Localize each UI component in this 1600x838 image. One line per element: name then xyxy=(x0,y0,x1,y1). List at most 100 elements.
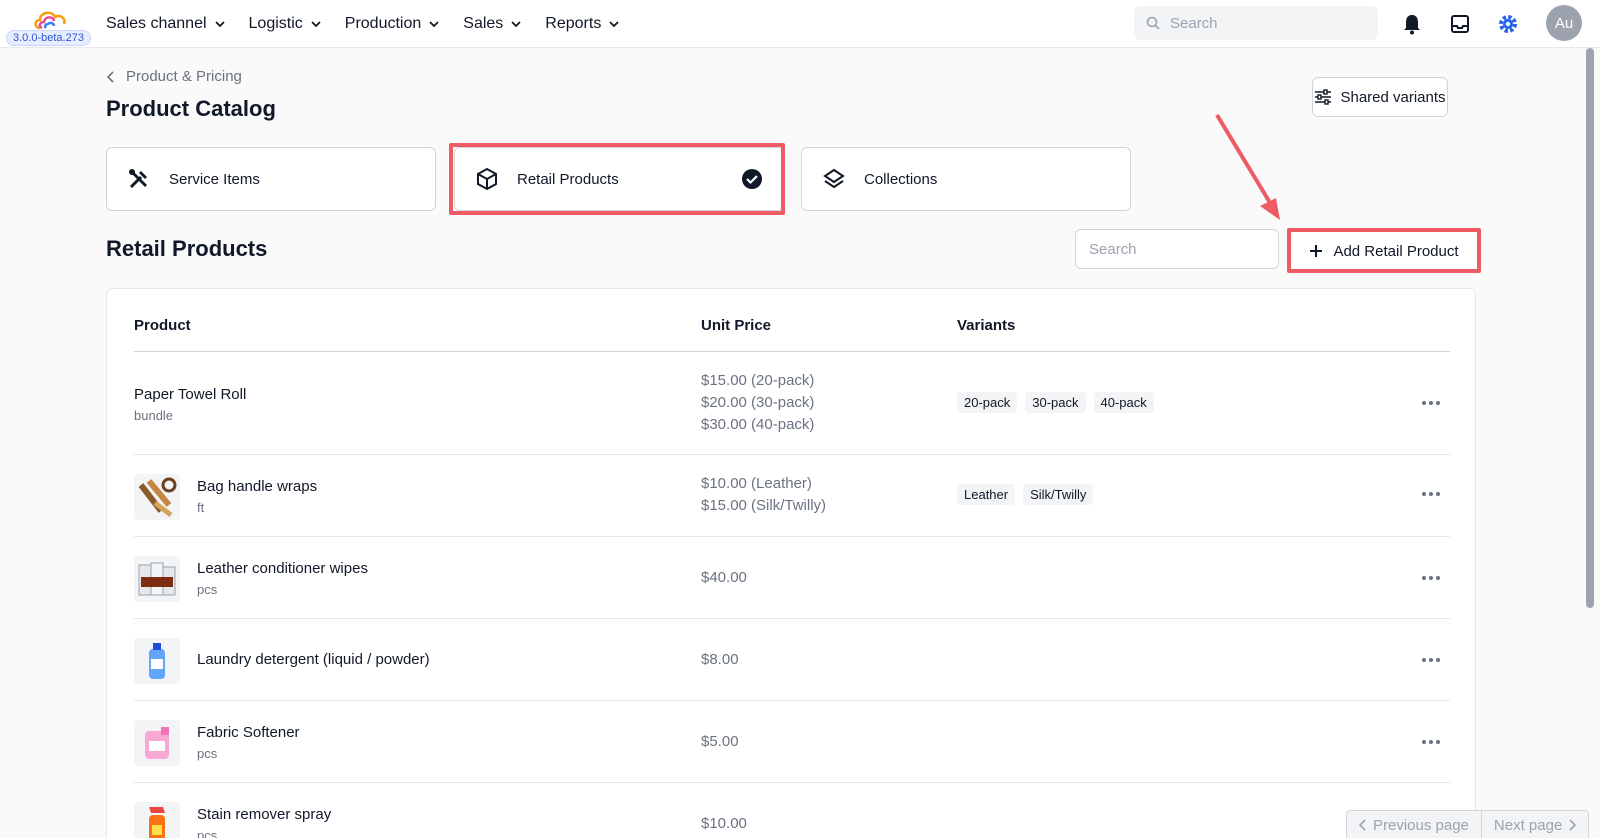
table-row[interactable]: Stain remover spray pcs $10.00 xyxy=(134,784,1450,838)
table-row[interactable]: Leather conditioner wipes pcs $40.00 xyxy=(134,538,1450,619)
previous-page-label: Previous page xyxy=(1373,816,1469,834)
column-header-product: Product xyxy=(134,317,191,334)
page-title: Product Catalog xyxy=(106,96,276,121)
nav-sales-channel[interactable]: Sales channel xyxy=(106,15,227,33)
row-menu-icon[interactable] xyxy=(1419,732,1443,752)
price-line: $15.00 (20-pack) xyxy=(701,372,815,389)
product-image xyxy=(134,638,180,684)
row-menu-icon[interactable] xyxy=(1419,568,1443,588)
breadcrumb[interactable]: Product & Pricing xyxy=(106,68,242,85)
column-header-variants: Variants xyxy=(957,317,1016,334)
product-name: Stain remover spray xyxy=(197,806,332,823)
bell-icon[interactable] xyxy=(1398,10,1426,38)
product-unit: ft xyxy=(197,500,205,515)
chevron-down-icon xyxy=(609,21,619,28)
chevron-left-icon xyxy=(1359,819,1366,831)
next-page-button[interactable]: Next page xyxy=(1482,811,1588,838)
price-line: $5.00 xyxy=(701,733,739,750)
app-logo[interactable]: 3.0.0-beta.273 xyxy=(6,6,91,46)
chevron-down-icon xyxy=(429,21,439,28)
sliders-icon xyxy=(1315,89,1332,105)
product-unit: pcs xyxy=(197,582,218,597)
unit-price: $15.00 (20-pack) $20.00 (30-pack) $30.00… xyxy=(701,370,814,436)
shared-variants-label: Shared variants xyxy=(1340,88,1446,106)
variant-chip: Leather xyxy=(957,484,1016,505)
annotation-arrow xyxy=(1215,113,1280,220)
nav-logistic[interactable]: Logistic xyxy=(249,15,323,33)
nav-label: Reports xyxy=(545,15,602,32)
nav-label: Production xyxy=(344,15,422,32)
tab-retail-products[interactable]: Retail Products xyxy=(454,147,784,211)
next-page-label: Next page xyxy=(1493,816,1563,834)
variant-list: Leather Silk/Twilly xyxy=(957,484,1094,505)
table-row[interactable]: Paper Towel Roll bundle $15.00 (20-pack)… xyxy=(134,352,1450,455)
nav-label: Sales xyxy=(463,15,504,32)
unit-price: $10.00 (Leather) $15.00 (Silk/Twilly) xyxy=(701,473,826,517)
product-name: Fabric Softener xyxy=(197,724,300,741)
variant-chip: Silk/Twilly xyxy=(1023,484,1094,505)
variant-chip: 40-pack xyxy=(1093,392,1154,413)
tab-label: Collections xyxy=(864,170,938,188)
price-line: $10.00 (Leather) xyxy=(701,475,812,492)
table-row[interactable]: Bag handle wraps ft $10.00 (Leather) $15… xyxy=(134,456,1450,537)
tab-label: Retail Products xyxy=(517,170,619,188)
table-row[interactable]: Laundry detergent (liquid / powder) $8.0… xyxy=(134,620,1450,701)
product-image xyxy=(134,474,180,520)
top-navbar: 3.0.0-beta.273 Sales channel Logistic Pr… xyxy=(0,0,1600,48)
price-line: $40.00 xyxy=(701,569,747,586)
price-line: $10.00 xyxy=(701,815,747,832)
chevron-down-icon xyxy=(511,21,521,28)
unit-price: $40.00 xyxy=(701,567,747,589)
row-menu-icon[interactable] xyxy=(1419,650,1443,670)
chevron-left-icon xyxy=(106,70,114,83)
price-line: $30.00 (40-pack) xyxy=(701,416,815,433)
row-menu-icon[interactable] xyxy=(1419,484,1443,504)
page-scrollbar[interactable] xyxy=(1586,48,1594,608)
nav-sales[interactable]: Sales xyxy=(463,15,523,33)
search-placeholder: Search xyxy=(1170,14,1218,32)
previous-page-button[interactable]: Previous page xyxy=(1347,811,1481,838)
product-name: Laundry detergent (liquid / powder) xyxy=(197,651,430,668)
inbox-icon[interactable] xyxy=(1446,10,1474,38)
chevron-down-icon xyxy=(311,21,321,28)
unit-price: $5.00 xyxy=(701,731,739,753)
breadcrumb-label: Product & Pricing xyxy=(126,68,242,85)
layers-icon xyxy=(823,168,845,189)
column-header-unit-price: Unit Price xyxy=(701,317,772,334)
box-icon xyxy=(477,167,497,191)
check-circle-icon xyxy=(742,169,762,189)
chevron-down-icon xyxy=(214,21,225,28)
products-table: Product Unit Price Variants Paper Towel … xyxy=(106,288,1476,838)
tools-icon xyxy=(129,169,147,189)
price-line: $20.00 (30-pack) xyxy=(701,394,815,411)
nav-label: Sales channel xyxy=(106,15,207,32)
product-unit: bundle xyxy=(134,408,174,423)
product-name: Bag handle wraps xyxy=(197,478,318,495)
gear-icon[interactable] xyxy=(1494,10,1522,38)
section-title: Retail Products xyxy=(106,236,268,261)
price-line: $8.00 xyxy=(701,651,739,668)
pagination: Previous page Next page xyxy=(1346,810,1590,838)
product-image xyxy=(134,802,180,838)
chevron-right-icon xyxy=(1569,819,1577,831)
product-name: Leather conditioner wipes xyxy=(197,560,368,577)
plus-icon xyxy=(1310,245,1323,257)
avatar[interactable]: Au xyxy=(1546,5,1582,41)
nav-production[interactable]: Production xyxy=(345,15,442,33)
tab-collections[interactable]: Collections xyxy=(801,147,1131,211)
product-image xyxy=(134,720,180,766)
unit-price: $10.00 xyxy=(701,813,747,835)
add-retail-product-button[interactable]: Add Retail Product xyxy=(1292,233,1476,269)
global-search[interactable]: Search xyxy=(1134,6,1378,40)
row-menu-icon[interactable] xyxy=(1419,393,1443,413)
product-unit: pcs xyxy=(197,746,218,761)
nav-reports[interactable]: Reports xyxy=(545,15,621,33)
shared-variants-button[interactable]: Shared variants xyxy=(1312,77,1448,117)
cloud-logo-icon xyxy=(34,11,66,30)
unit-price: $8.00 xyxy=(701,649,739,671)
product-search-input[interactable] xyxy=(1075,229,1279,269)
price-line: $15.00 (Silk/Twilly) xyxy=(701,497,827,514)
tab-service-items[interactable]: Service Items xyxy=(106,147,436,211)
table-row[interactable]: Fabric Softener pcs $5.00 xyxy=(134,702,1450,783)
search-icon xyxy=(1146,16,1160,30)
